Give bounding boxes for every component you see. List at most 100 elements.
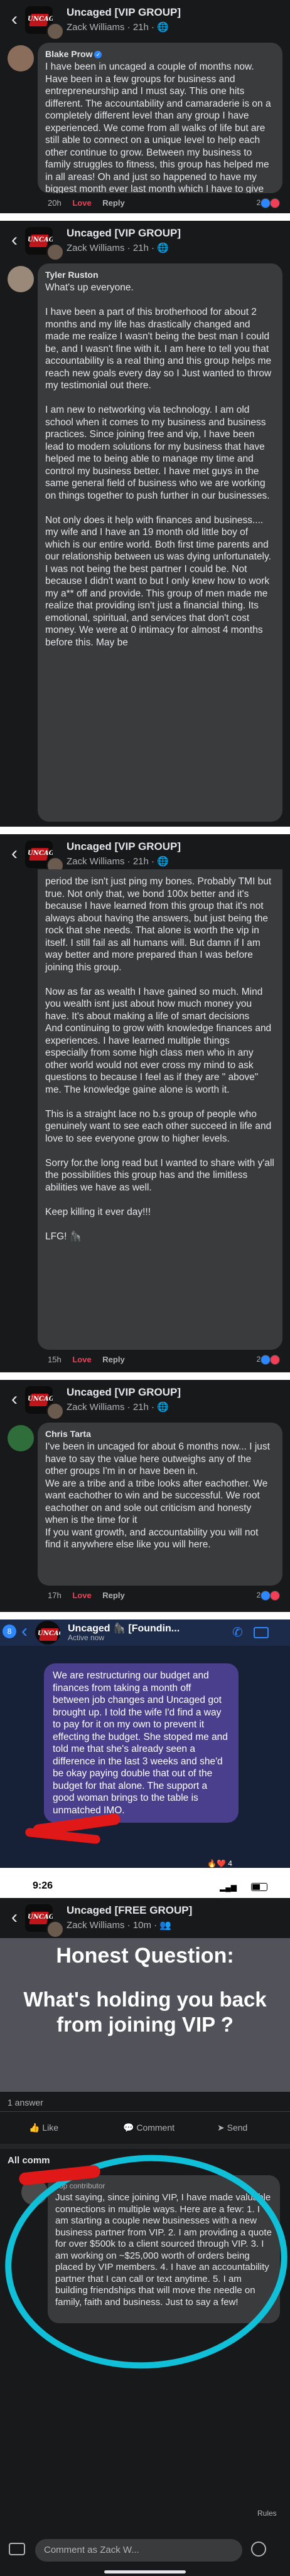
status-bar: 9:26 ▂▄▆ [0, 1875, 290, 1898]
back-arrow-icon[interactable]: ‹ [6, 1390, 23, 1409]
comment-bubble: Chris Tarta I've been in uncaged for abo… [38, 1423, 282, 1586]
love-button[interactable]: Love [72, 198, 91, 208]
comment-actions: 20h Love Reply [48, 198, 134, 208]
message-reactions[interactable]: 🔥❤️ 4 [207, 1859, 232, 1868]
battery-icon [251, 1883, 267, 1891]
author-avatar[interactable] [46, 1402, 64, 1420]
group-header: ‹ UNCAGED Uncaged [VIP GROUP] Zack Willi… [0, 834, 290, 874]
question-image[interactable]: Honest Question: What's holding you back… [0, 1938, 290, 2092]
comment-text: I've been in uncaged for about 6 months … [45, 1441, 270, 1550]
all-comments-filter[interactable]: All comm [8, 2155, 50, 2166]
group-title[interactable]: Uncaged [VIP GROUP] [67, 1386, 181, 1399]
like-button[interactable]: 👍 Like [29, 2123, 58, 2133]
love-button[interactable]: Love [72, 1355, 91, 1364]
author-avatar[interactable] [46, 243, 64, 261]
phone-icon[interactable]: ✆ [232, 1625, 243, 1640]
comment-bar: Comment as Zack W... [0, 2528, 290, 2576]
group-title[interactable]: Uncaged [FREE GROUP] [67, 1904, 192, 1917]
rules-link[interactable]: Rules [257, 2509, 277, 2518]
question-headline: Honest Question: [56, 1944, 234, 1968]
post-meta: Zack Williams · 10m · 👥 [67, 1920, 172, 1931]
comment-button[interactable]: 💬 Comment [123, 2123, 175, 2133]
love-reaction-icon [270, 1591, 280, 1601]
separator [0, 1372, 290, 1380]
comment-time: 17h [48, 1591, 62, 1600]
post-panel-4: ‹ UNCAGED Uncaged [VIP GROUP] Zack Willi… [0, 1380, 290, 1612]
status-clock: 9:26 [33, 1880, 53, 1891]
comment-text: period tbe isn't just ping my bones. Pro… [45, 876, 274, 1242]
reaction-summary[interactable]: 2 [257, 198, 280, 208]
post-meta: Zack Williams · 21h · 🌐 [67, 856, 169, 867]
separator [0, 827, 290, 834]
divider [0, 2111, 290, 2112]
comment-bubble: Blake Prow ✓ I have been in uncaged a cou… [38, 43, 282, 193]
like-reaction-icon [260, 1355, 271, 1365]
answer-count[interactable]: 1 answer [8, 2097, 290, 2107]
group-header: ‹ UNCAGED Uncaged [VIP GROUP] Zack Willi… [0, 1380, 290, 1420]
fire-reaction-icon: 🔥❤️ [207, 1859, 226, 1868]
reaction-summary[interactable]: 2 [257, 1355, 280, 1365]
comment-actions: 15h Love Reply [48, 1355, 134, 1364]
back-arrow-icon[interactable]: ‹ [16, 1622, 33, 1641]
commenter-avatar[interactable] [8, 1425, 34, 1451]
comment-text: What's up everyone. I have been a part o… [45, 282, 272, 648]
author-avatar[interactable] [46, 1921, 64, 1938]
chat-status: Active now [68, 1633, 105, 1642]
reply-button[interactable]: Reply [102, 198, 124, 208]
comment-author[interactable]: Tyler Ruston [45, 270, 275, 280]
unread-badge[interactable]: 8 [3, 1625, 16, 1638]
chat-panel: 8 ‹ UNCAGED Uncaged 🦍 [Foundin... Active… [0, 1619, 290, 1868]
emoji-icon[interactable] [251, 2542, 266, 2557]
home-indicator [104, 2570, 186, 2573]
post-actions: 👍 Like 💬 Comment ➤ Send [0, 2123, 290, 2138]
commenter-avatar[interactable] [8, 266, 34, 292]
chat-message: We are restructuring our budget and fina… [44, 1663, 239, 1823]
reaction-summary[interactable]: 2 [257, 1591, 280, 1601]
post-panel-3: ‹ UNCAGED Uncaged [VIP GROUP] Zack Willi… [0, 834, 290, 1372]
free-group-panel: 9:26 ▂▄▆ ‹ UNCAGED Uncaged [FREE GROUP] … [0, 1875, 290, 2576]
post-panel-2: ‹ UNCAGED Uncaged [VIP GROUP] Zack Willi… [0, 221, 290, 827]
love-reaction-icon [270, 1355, 280, 1365]
comment-input[interactable]: Comment as Zack W... [35, 2539, 242, 2562]
send-button[interactable]: ➤ Send [217, 2123, 247, 2133]
like-reaction-icon [260, 198, 271, 208]
comment-actions: 17h Love Reply [48, 1591, 134, 1600]
reaction-count: 4 [228, 1859, 232, 1868]
chat-title[interactable]: Uncaged 🦍 [Foundin... [68, 1622, 180, 1635]
back-arrow-icon[interactable]: ‹ [6, 844, 23, 863]
comment-time: 15h [48, 1355, 62, 1364]
love-button[interactable]: Love [72, 1591, 91, 1600]
divider [0, 2144, 290, 2149]
post-meta: Zack Williams · 21h · 🌐 [67, 1402, 169, 1413]
group-header: ‹ UNCAGED Uncaged [FREE GROUP] Zack Will… [0, 1898, 290, 1938]
post-panel-1: ‹ UNCAGED Uncaged [VIP GROUP] Zack Willi… [0, 0, 290, 213]
author-avatar[interactable] [46, 23, 64, 40]
comment-bubble: Tyler Ruston What's up everyone. I have … [38, 263, 282, 822]
group-header: ‹ UNCAGED Uncaged [VIP GROUP] Zack Willi… [0, 221, 290, 261]
group-title[interactable]: Uncaged [VIP GROUP] [67, 227, 181, 240]
post-meta: Zack Williams · 21h · 🌐 [67, 22, 169, 33]
camera-icon[interactable] [9, 2543, 25, 2555]
comment-author[interactable]: Chris Tarta [45, 1429, 275, 1439]
post-meta: Zack Williams · 21h · 🌐 [67, 243, 169, 253]
verified-badge-icon: ✓ [94, 51, 102, 59]
comment-bubble: period tbe isn't just ping my bones. Pro… [38, 869, 282, 1350]
comment-text: I have been in uncaged a couple of month… [45, 61, 271, 193]
like-reaction-icon [260, 1591, 271, 1601]
video-icon[interactable] [254, 1627, 269, 1638]
chat-group-logo[interactable]: UNCAGED [35, 1621, 60, 1645]
group-title[interactable]: Uncaged [VIP GROUP] [67, 840, 181, 853]
comment-author[interactable]: Blake Prow ✓ [45, 49, 275, 59]
reply-button[interactable]: Reply [102, 1355, 124, 1364]
commenter-avatar[interactable] [8, 45, 34, 72]
back-arrow-icon[interactable]: ‹ [6, 231, 23, 250]
separator [0, 1612, 290, 1619]
comment-time: 20h [48, 198, 62, 208]
group-title[interactable]: Uncaged [VIP GROUP] [67, 6, 181, 19]
back-arrow-icon[interactable]: ‹ [6, 1908, 23, 1927]
back-arrow-icon[interactable]: ‹ [6, 10, 23, 29]
separator [0, 1868, 290, 1875]
group-header: ‹ UNCAGED Uncaged [VIP GROUP] Zack Willi… [0, 0, 290, 40]
separator [0, 213, 290, 221]
reply-button[interactable]: Reply [102, 1591, 124, 1600]
